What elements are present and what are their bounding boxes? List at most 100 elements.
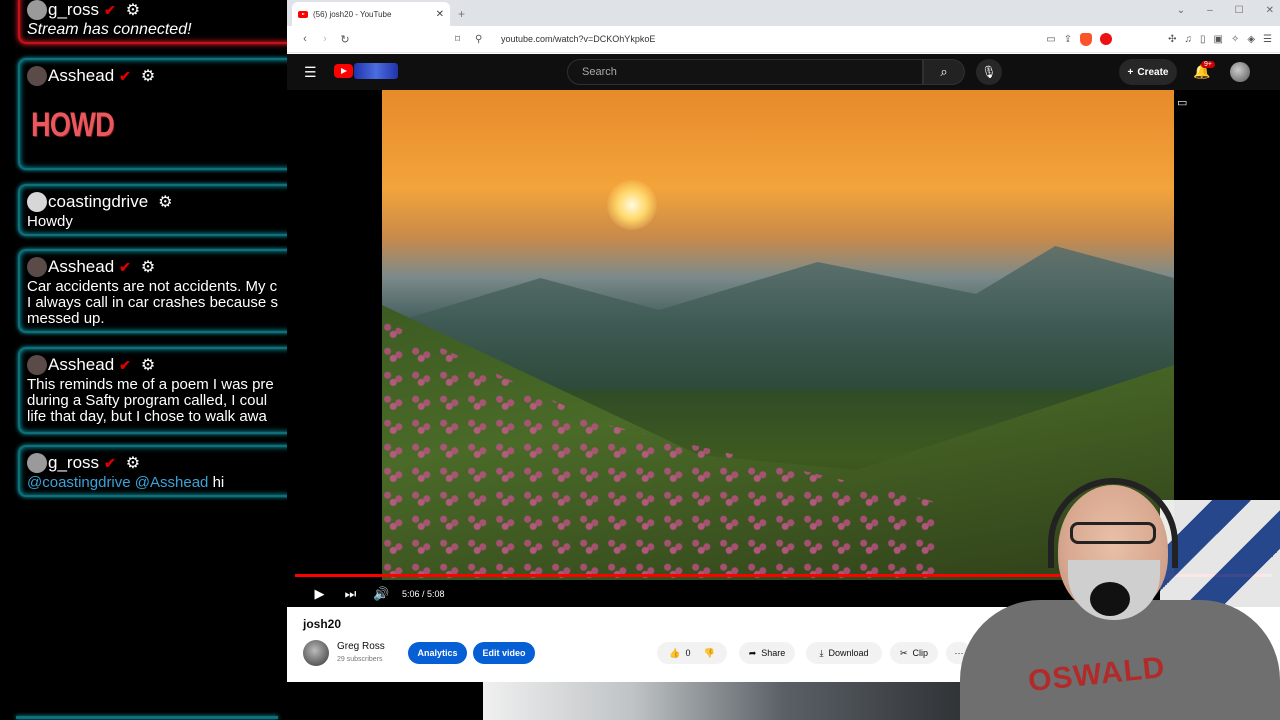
bookmark-icon[interactable]: ⌑ — [455, 34, 469, 45]
glasses-icon — [1070, 522, 1156, 544]
chat-message-line: during a Safty program called, I coul — [27, 393, 268, 409]
wallet-icon[interactable]: ▣ — [1213, 34, 1222, 45]
verified-check-icon: ✔ — [104, 1, 116, 18]
close-tab-icon[interactable]: ✕ — [436, 9, 444, 20]
chat-message-header: g_ross ✔ ⚙ — [27, 0, 287, 22]
next-icon[interactable]: ⏭ — [335, 586, 366, 602]
search-icon[interactable]: ⌕ — [923, 59, 965, 85]
chat-username: coastingdrive — [48, 192, 149, 211]
cast-icon[interactable]: ▭ — [1046, 34, 1055, 45]
chat-divider — [16, 716, 278, 719]
subscriber-count: 29 subscribers — [337, 656, 383, 663]
stream-chat-overlay: g_ross ✔ ⚙ Stream has connected! Asshead… — [0, 0, 287, 720]
verified-check-icon: ✔ — [119, 356, 131, 373]
vpn-icon[interactable]: ◈ — [1247, 34, 1255, 45]
avatar[interactable] — [303, 640, 329, 666]
thumbs-up-icon[interactable]: 👍 — [669, 648, 680, 659]
site-info-icon[interactable]: ⚲ — [475, 34, 489, 45]
avatar — [27, 355, 47, 375]
download-icon: ⤓ — [819, 647, 824, 658]
microphone-icon[interactable]: 🎙 — [976, 59, 1002, 85]
chat-message: Asshead ✔ ⚙ This reminds me of a poem I … — [18, 347, 287, 434]
reload-icon[interactable]: ↻ — [335, 33, 355, 46]
gear-icon: ⚙ — [140, 68, 156, 85]
chat-mention: @coastingdrive — [27, 475, 131, 491]
brave-shield-icon[interactable] — [1080, 32, 1093, 46]
chevron-down-icon[interactable]: ⌄ — [1177, 5, 1185, 16]
leo-icon[interactable]: ✧ — [1231, 34, 1239, 45]
chat-message-line: life that day, but I chose to walk awa — [27, 409, 267, 425]
tab-bar: (56) josh20 - YouTube ✕ + ⌄ – ☐ ✕ — [287, 0, 1280, 26]
share-button[interactable]: ➦ Share — [739, 642, 795, 664]
channel-name[interactable]: Greg Ross — [337, 641, 385, 652]
chat-username: Asshead — [48, 257, 115, 276]
avatar — [27, 0, 47, 20]
gear-icon: ⚙ — [140, 357, 156, 374]
chat-emote-image: HOWD — [31, 106, 115, 144]
music-icon[interactable]: ♫ — [1184, 34, 1192, 45]
avatar — [27, 192, 47, 212]
volume-icon[interactable]: 🔊 — [366, 586, 397, 602]
download-label: Download — [828, 648, 869, 658]
chat-message-header: Asshead ✔ ⚙ — [27, 64, 287, 88]
clip-label: Clip — [912, 648, 929, 658]
create-button[interactable]: + Create — [1119, 59, 1177, 85]
plus-icon: + — [1127, 66, 1134, 78]
chat-message-line: I always call in car crashes because s — [27, 295, 278, 311]
chat-message: Asshead ✔ ⚙ HOWD — [18, 58, 287, 170]
browser-tab[interactable]: (56) josh20 - YouTube ✕ — [292, 2, 450, 26]
gear-icon: ⚙ — [140, 259, 156, 276]
video-title: josh20 — [303, 617, 342, 631]
extension-icon[interactable] — [1100, 33, 1113, 45]
search-input[interactable]: Search — [567, 59, 923, 85]
share-icon: ➦ — [748, 647, 757, 658]
webcam-overlay: OSWALD — [940, 470, 1280, 720]
chat-username: g_ross — [48, 453, 100, 472]
chat-message-header: coastingdrive ⚙ — [27, 190, 287, 214]
menu-icon[interactable]: ☰ — [1263, 34, 1272, 45]
chat-username: Asshead — [48, 66, 115, 85]
new-tab-button[interactable]: + — [458, 7, 465, 21]
fullscreen-icon[interactable]: ▭ — [1177, 96, 1187, 109]
tab-title: (56) josh20 - YouTube — [313, 9, 392, 19]
close-window-icon[interactable]: ✕ — [1266, 5, 1274, 16]
sidebar-icon[interactable]: ▯ — [1200, 34, 1206, 45]
share-page-icon[interactable]: ⇪ — [1064, 34, 1072, 45]
youtube-logo-icon[interactable] — [334, 64, 353, 78]
chat-message-line: This reminds me of a poem I was pre — [27, 377, 274, 393]
notification-badge: 9+ — [1201, 61, 1215, 68]
avatar — [27, 257, 47, 277]
share-label: Share — [761, 648, 786, 658]
minimize-icon[interactable]: – — [1207, 5, 1213, 16]
edit-video-button[interactable]: Edit video — [473, 642, 535, 664]
chat-message: coastingdrive ⚙ Howdy — [18, 184, 287, 236]
chat-message-header: g_ross ✔ ⚙ — [27, 451, 287, 475]
back-icon[interactable]: ‹ — [295, 33, 315, 45]
analytics-button[interactable]: Analytics — [408, 642, 467, 664]
download-button[interactable]: ⤓ Download — [806, 642, 882, 664]
maximize-icon[interactable]: ☐ — [1235, 5, 1244, 16]
avatar[interactable] — [1230, 62, 1250, 82]
hamburger-menu-icon[interactable]: ☰ — [304, 64, 317, 81]
chat-message-text: @coastingdrive @Asshead hi — [27, 475, 287, 491]
chat-message: Asshead ✔ ⚙ Car accidents are not accide… — [18, 249, 287, 333]
gear-icon: ⚙ — [158, 194, 173, 211]
clip-button[interactable]: ✂ Clip — [890, 642, 938, 664]
thumbs-down-icon[interactable]: 👎 — [704, 648, 715, 659]
chat-message-text: Stream has connected! — [27, 22, 192, 38]
puzzle-icon[interactable]: ✣ — [1168, 34, 1176, 45]
youtube-doodle[interactable] — [354, 63, 398, 79]
like-dislike-button[interactable]: 👍 0 👎 — [657, 642, 727, 664]
youtube-favicon-icon — [298, 10, 308, 18]
microphone-icon — [1090, 582, 1130, 616]
verified-check-icon: ✔ — [104, 454, 116, 471]
verified-check-icon: ✔ — [119, 258, 131, 275]
forward-icon[interactable]: › — [315, 33, 335, 45]
chat-message-line: messed up. — [27, 311, 105, 327]
url-field[interactable]: youtube.com/watch?v=DCKOhYkpkoE — [501, 34, 655, 44]
chat-message: g_ross ✔ ⚙ @coastingdrive @Asshead hi — [18, 445, 287, 497]
desktop-background-strip — [483, 682, 983, 720]
chat-username: g_ross — [48, 0, 100, 19]
video-sun — [607, 180, 657, 230]
play-icon[interactable]: ▶ — [304, 586, 335, 602]
